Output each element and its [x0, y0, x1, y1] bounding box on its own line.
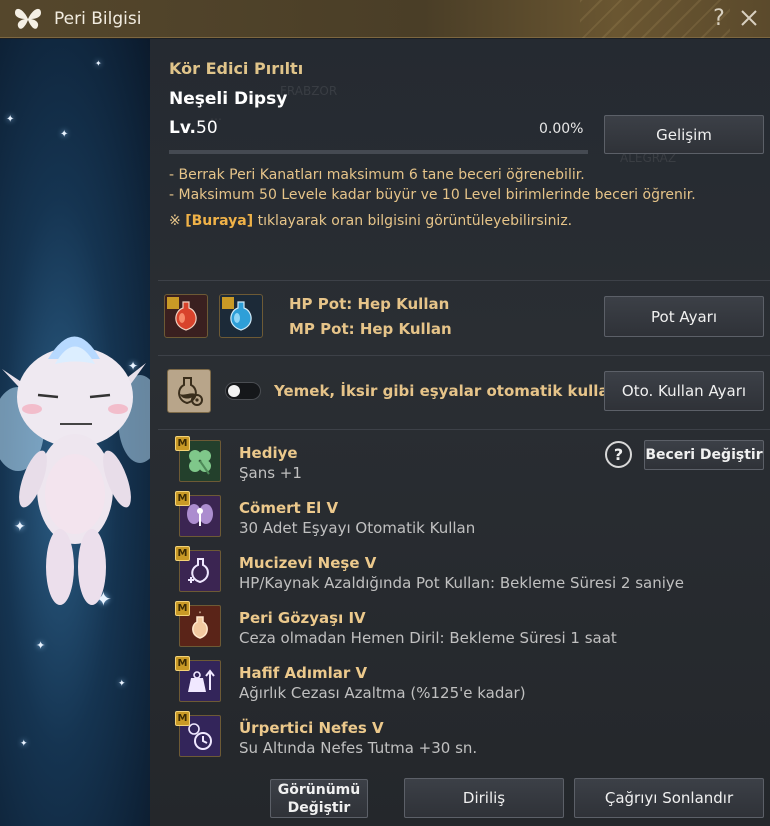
end-summon-button[interactable]: Çağrıyı Sonlandır: [574, 778, 764, 818]
skill-help-icon[interactable]: ?: [605, 441, 632, 468]
exp-progress-bar: [169, 150, 588, 154]
skill-name: Peri Gözyaşı IV: [239, 609, 366, 627]
level-prefix: Lv.: [169, 118, 196, 138]
sparkle-icon: ✦: [6, 114, 15, 125]
auto-use-label: Yemek, İksir gibi eşyalar otomatik kulla…: [274, 382, 646, 400]
skill-name: Hafif Adımlar V: [239, 664, 368, 682]
close-icon[interactable]: [736, 4, 762, 32]
skill-desc: Ceza olmadan Hemen Diril: Bekleme Süresi…: [239, 629, 617, 647]
auto-use-toggle[interactable]: [225, 382, 261, 400]
divider: [158, 280, 770, 281]
mp-potion-icon: [219, 294, 263, 338]
window-title: Peri Bilgisi: [54, 8, 142, 29]
divider: [158, 429, 770, 430]
m-badge: M: [175, 601, 190, 616]
sparkle-icon: ✦: [20, 739, 28, 749]
change-skill-button[interactable]: Beceri Değiştir: [644, 440, 764, 470]
butterfly-icon: [12, 3, 44, 35]
pet-info-window: Peri Bilgisi ? ✦ ✦ ✦ ✦ ✦ ✦ ✦ ✦ ✦ FRABZOR…: [0, 0, 770, 826]
auto-use-settings-button[interactable]: Oto. Kullan Ayarı: [604, 371, 764, 411]
skill-name: Hediye: [239, 444, 298, 462]
rate-info-link[interactable]: [Buraya]: [185, 213, 253, 229]
note-line-1: - Berrak Peri Kanatları maksimum 6 tane …: [169, 167, 585, 183]
hp-potion-icon: [164, 294, 208, 338]
note-line-2: - Maksimum 50 Levele kadar büyür ve 10 L…: [169, 187, 696, 203]
hp-pot-label: HP Pot: Hep Kullan: [289, 295, 450, 313]
flask-gear-icon: [167, 369, 211, 413]
m-badge: M: [175, 436, 190, 451]
skill-desc: Şans +1: [239, 464, 302, 482]
main-panel: FRABZOR … ALEGRAZ: [150, 39, 770, 826]
pet-subtitle: Kör Edici Pırıltı: [169, 59, 304, 78]
level-value: 50: [196, 118, 218, 138]
pet-name: Neşeli Dipsy: [169, 89, 288, 109]
skill-name: Cömert El V: [239, 499, 339, 517]
skill-desc: 30 Adet Eşyayı Otomatik Kullan: [239, 519, 476, 537]
m-badge: M: [175, 546, 190, 561]
growth-button[interactable]: Gelişim: [604, 115, 764, 154]
skill-name: Mucizevi Neşe V: [239, 554, 377, 572]
fairy-character: [0, 336, 150, 605]
skill-desc: Ağırlık Cezası Azaltma (%125'e kadar): [239, 684, 526, 702]
sparkle-icon: ✦: [95, 59, 102, 68]
change-appearance-button[interactable]: Görünümü Değiştir: [270, 779, 368, 818]
note-line-3: ※ [Buraya] tıklayarak oran bilgisini gör…: [169, 213, 572, 229]
m-badge: M: [175, 656, 190, 671]
mp-pot-label: MP Pot: Hep Kullan: [289, 320, 452, 338]
title-bar[interactable]: Peri Bilgisi ?: [0, 0, 770, 38]
m-badge: M: [175, 491, 190, 506]
note-line-3-rest: tıklayarak oran bilgisini görüntüleyebil…: [253, 213, 573, 229]
note-mark: ※: [169, 213, 181, 229]
pet-level: Lv.50: [169, 118, 218, 138]
skill-desc: HP/Kaynak Azaldığında Pot Kullan: Beklem…: [239, 574, 684, 592]
potion-settings-button[interactable]: Pot Ayarı: [604, 296, 764, 337]
sparkle-icon: ✦: [118, 679, 126, 689]
exp-percent: 0.00%: [539, 121, 584, 137]
help-icon[interactable]: ?: [706, 4, 732, 32]
skill-desc: Su Altında Nefes Tutma +30 sn.: [239, 739, 478, 757]
divider: [158, 355, 770, 356]
pet-portrait: ✦ ✦ ✦ ✦ ✦ ✦ ✦ ✦ ✦: [0, 39, 150, 826]
revive-button[interactable]: Diriliş: [404, 778, 564, 818]
toggle-knob: [228, 385, 240, 397]
skill-name: Ürpertici Nefes V: [239, 719, 384, 737]
sparkle-icon: ✦: [60, 129, 69, 140]
m-badge: M: [175, 711, 190, 726]
